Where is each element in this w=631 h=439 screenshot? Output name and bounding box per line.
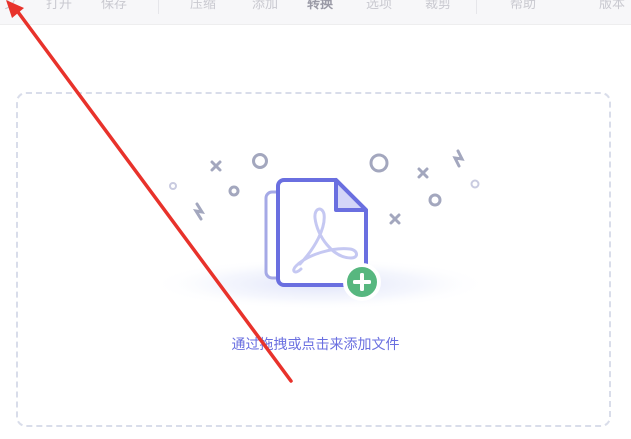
toolbar-item-help[interactable]: 帮助 — [503, 0, 543, 12]
toolbar-item-0[interactable]: 文 — [2, 0, 20, 12]
toolbar-item-save[interactable]: 保存 — [94, 0, 134, 12]
top-toolbar: 文 打开 保存 压缩 添加 转换 选项 裁剪 帮助 版本 — [0, 0, 631, 25]
toolbar-separator — [476, 0, 477, 14]
file-drop-area[interactable] — [16, 92, 611, 427]
toolbar-item-crop[interactable]: 裁剪 — [418, 0, 458, 12]
app-window: 文 打开 保存 压缩 添加 转换 选项 裁剪 帮助 版本 通过拖拽或点击来添加文… — [0, 0, 631, 439]
toolbar-item-options[interactable]: 选项 — [359, 0, 399, 12]
toolbar-item-version[interactable]: 版本 — [595, 0, 629, 12]
toolbar-item-convert[interactable]: 转换 — [300, 0, 340, 12]
drop-instruction-text[interactable]: 通过拖拽或点击来添加文件 — [0, 334, 631, 354]
toolbar-item-open[interactable]: 打开 — [44, 0, 74, 12]
toolbar-item-compress[interactable]: 压缩 — [183, 0, 223, 12]
toolbar-separator — [158, 0, 159, 14]
toolbar-item-add[interactable]: 添加 — [245, 0, 285, 12]
